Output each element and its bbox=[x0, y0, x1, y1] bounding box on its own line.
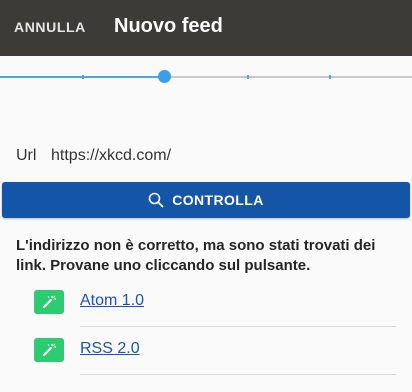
step-marker bbox=[247, 75, 249, 79]
divider bbox=[80, 374, 396, 375]
cancel-button[interactable]: ANNULLA bbox=[14, 19, 86, 35]
list-item[interactable]: RSS 2.0 bbox=[34, 338, 396, 386]
current-step-indicator bbox=[158, 70, 171, 83]
list-item[interactable]: Atom 1.0 bbox=[34, 290, 396, 338]
status-message: L'indirizzo non è corretto, ma sono stat… bbox=[16, 237, 376, 274]
search-icon bbox=[148, 192, 164, 208]
check-button[interactable]: CONTROLLA bbox=[2, 182, 410, 218]
url-label: Url bbox=[16, 147, 37, 164]
url-field[interactable]: Url https://xkcd.com/ bbox=[16, 146, 171, 166]
step-marker bbox=[329, 75, 331, 79]
url-input[interactable]: https://xkcd.com/ bbox=[51, 147, 171, 165]
magic-wand-icon[interactable] bbox=[34, 290, 64, 314]
check-button-label: CONTROLLA bbox=[172, 192, 264, 208]
feed-link[interactable]: Atom 1.0 bbox=[80, 292, 144, 310]
page-title: Nuovo feed bbox=[114, 15, 223, 37]
feed-link[interactable]: RSS 2.0 bbox=[80, 340, 140, 358]
app-bar: ANNULLA Nuovo feed bbox=[0, 0, 412, 56]
step-progress bbox=[0, 70, 412, 84]
step-marker bbox=[82, 75, 84, 79]
magic-wand-icon[interactable] bbox=[34, 338, 64, 362]
progress-remaining bbox=[165, 76, 412, 78]
divider bbox=[80, 326, 396, 327]
